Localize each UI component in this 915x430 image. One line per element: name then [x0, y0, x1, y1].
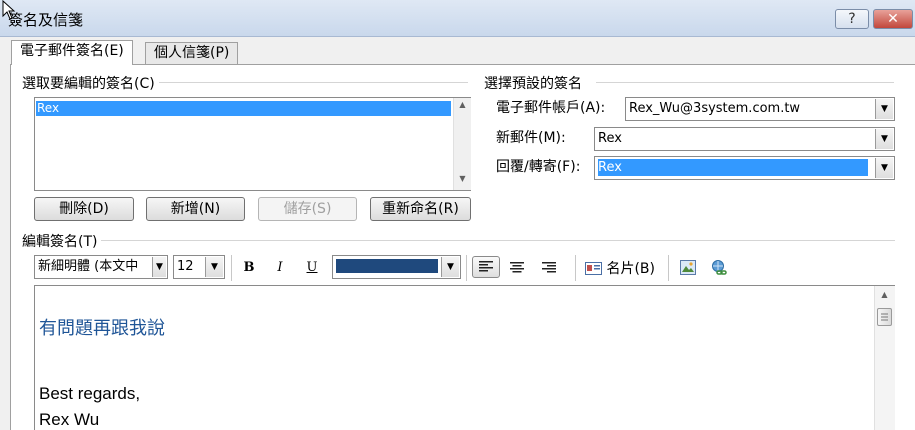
signature-line: 有問題再跟我說 [39, 318, 165, 339]
reply-forward-label: 回覆/轉寄(F): [496, 159, 581, 175]
chevron-down-icon[interactable]: ▼ [875, 99, 893, 119]
toolbar-separator [466, 255, 467, 281]
close-button[interactable]: ✕ [873, 9, 913, 29]
business-card-icon [585, 262, 602, 275]
align-left-button[interactable] [472, 256, 500, 278]
font-name-select[interactable]: 新細明體 (本文中 ▼ [34, 255, 168, 279]
toolbar-separator [668, 255, 669, 281]
signature-line: Best regards, [39, 384, 141, 403]
list-item[interactable]: Rex [36, 101, 451, 116]
email-account-value: Rex_Wu@3system.com.tw [629, 101, 801, 116]
business-card-button[interactable]: 名片(B) [585, 258, 655, 280]
font-size-select[interactable]: 12 ▼ [173, 255, 225, 279]
delete-button[interactable]: 刪除(D) [34, 197, 134, 221]
help-button[interactable]: ? [835, 9, 869, 29]
tab-email-signature[interactable]: 電子郵件簽名(E) [11, 40, 133, 65]
signature-list[interactable]: Rex ▲ ▼ [34, 97, 471, 191]
font-name-value: 新細明體 (本文中 [38, 259, 139, 274]
insert-hyperlink-button[interactable] [707, 257, 731, 279]
signature-line: Rex Wu [39, 410, 100, 429]
underline-button[interactable]: U [300, 257, 324, 279]
italic-button[interactable]: I [268, 257, 292, 279]
divider [596, 82, 894, 83]
toolbar-separator [575, 255, 576, 281]
save-button[interactable]: 儲存(S) [258, 197, 357, 221]
toolbar-separator [231, 255, 232, 281]
reply-forward-select[interactable]: Rex ▼ [594, 156, 895, 180]
scroll-up-icon[interactable]: ▲ [876, 290, 893, 299]
window-title: 簽名及信箋 [8, 11, 84, 29]
tab-personal-stationery[interactable]: 個人信箋(P) [145, 42, 239, 64]
new-button[interactable]: 新增(N) [146, 197, 245, 221]
font-color-picker[interactable]: ▼ [332, 255, 461, 279]
align-right-button[interactable] [537, 257, 561, 279]
mouse-cursor-icon [2, 0, 16, 20]
chevron-down-icon[interactable]: ▼ [875, 158, 893, 178]
chevron-down-icon[interactable]: ▼ [152, 257, 166, 277]
scroll-down-icon[interactable]: ▼ [454, 174, 471, 183]
scroll-up-icon[interactable]: ▲ [454, 100, 471, 109]
hyperlink-icon [712, 260, 727, 275]
divider [150, 82, 468, 83]
align-center-icon [510, 262, 524, 273]
email-account-label: 電子郵件帳戶(A): [496, 100, 606, 116]
grip-icon [881, 313, 888, 321]
editor-scrollbar[interactable]: ▲ [874, 286, 895, 430]
rename-button[interactable]: 重新命名(R) [370, 197, 471, 221]
align-right-icon [542, 262, 556, 273]
bold-button[interactable]: B [237, 257, 261, 279]
edit-signature-label: 編輯簽名(T) [22, 231, 102, 251]
business-card-label: 名片(B) [606, 261, 655, 277]
email-account-select[interactable]: Rex_Wu@3system.com.tw ▼ [625, 97, 895, 121]
align-center-button[interactable] [505, 257, 529, 279]
select-signature-label: 選取要編輯的簽名(C) [22, 73, 159, 93]
new-messages-label: 新郵件(M): [496, 130, 566, 146]
new-messages-select[interactable]: Rex ▼ [594, 127, 895, 151]
align-left-icon [479, 261, 493, 272]
picture-icon [680, 260, 696, 275]
chevron-down-icon[interactable]: ▼ [205, 257, 223, 277]
signature-list-scrollbar[interactable]: ▲ ▼ [453, 98, 471, 190]
chevron-down-icon[interactable]: ▼ [441, 257, 459, 277]
scrollbar-thumb[interactable] [877, 308, 892, 326]
new-messages-value: Rex [598, 131, 622, 146]
font-color-swatch [336, 259, 438, 273]
reply-forward-value: Rex [598, 159, 868, 176]
font-size-value: 12 [177, 259, 194, 274]
chevron-down-icon[interactable]: ▼ [875, 129, 893, 149]
default-signature-label: 選擇預設的簽名 [484, 73, 586, 93]
insert-picture-button[interactable] [676, 257, 700, 279]
divider [100, 240, 895, 241]
title-bar[interactable]: 簽名及信箋 ? ✕ [0, 0, 915, 37]
signature-editor[interactable]: 有問題再跟我說 Best regards, Rex Wu [34, 285, 895, 430]
